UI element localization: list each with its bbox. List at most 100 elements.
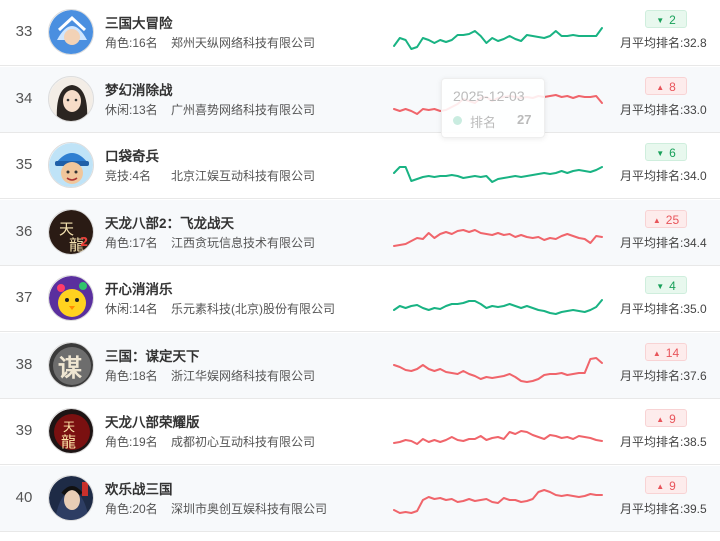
rank-number: 37	[15, 289, 33, 306]
rank-change-badge: ▲ 14	[645, 343, 687, 361]
game-meta: 休闲:13名 广州喜势网络科技有限公司	[105, 101, 315, 118]
game-category-rank: 角色:19名	[105, 435, 158, 449]
rank-change-value: 9	[669, 412, 676, 426]
game-category-rank: 角色:16名	[105, 36, 158, 50]
game-company: 深圳市奥创互娱科技有限公司	[171, 502, 328, 516]
rank-change-value: 6	[669, 146, 676, 160]
rank-change-value: 2	[669, 13, 676, 27]
rank-change-badge: ▲ 25	[645, 210, 687, 228]
rank-change-badge: ▲ 8	[645, 77, 687, 95]
rank-change-value: 4	[669, 279, 676, 293]
rank-change-value: 9	[669, 479, 676, 493]
game-company: 江西贪玩信息技术有限公司	[171, 236, 316, 250]
yellow-chick-icon[interactable]	[48, 275, 94, 321]
rank-trend-sparkline[interactable]	[392, 482, 604, 522]
game-ranking-list: 33 三国大冒险 角色:16名 郑州天纵网络科技有限公司 ▼ 2 月平均排名:32.8 34 梦…	[0, 0, 720, 541]
monthly-average-rank: 月平均排名:33.0	[620, 103, 707, 117]
chart-tooltip: 2025-12-03 排名 27	[441, 78, 545, 138]
dragon-emblem-icon[interactable]: 天龍	[48, 408, 94, 454]
monthly-average-rank: 月平均排名:34.4	[620, 236, 707, 250]
arrow-up-icon: ▲	[656, 415, 665, 424]
rank-change-badge: ▼ 2	[645, 10, 687, 28]
hero-helmet-icon[interactable]	[48, 9, 94, 55]
monthly-average-rank: 月平均排名:32.8	[620, 36, 707, 50]
game-category-rank: 休闲:13名	[105, 103, 158, 117]
game-name[interactable]: 梦幻消除战	[105, 79, 173, 99]
tooltip-series-dot	[453, 116, 462, 125]
table-row[interactable]: 36 天龍 2 天龙八部2：飞龙战天角色:17名 江西贪玩信息技术有限公司 ▲ 25 月平均排…	[0, 200, 720, 266]
table-row[interactable]: 33 三国大冒险 角色:16名 郑州天纵网络科技有限公司 ▼ 2 月平均排名:32.8	[0, 0, 720, 66]
game-company: 成都初心互动科技有限公司	[171, 435, 316, 449]
rank-trend-sparkline[interactable]	[392, 149, 604, 189]
rank-trend-sparkline[interactable]	[392, 415, 604, 455]
monthly-average-rank: 月平均排名:34.0	[620, 169, 707, 183]
svg-text:龍: 龍	[61, 433, 76, 451]
svg-text:天: 天	[63, 420, 75, 434]
rank-trend-sparkline[interactable]	[392, 282, 604, 322]
game-name[interactable]: 开心消消乐	[105, 278, 173, 298]
game-company: 乐元素科技(北京)股份有限公司	[171, 302, 335, 316]
rank-number: 36	[15, 223, 33, 240]
dragon-calligraphy-icon[interactable]: 天龍2	[48, 209, 94, 255]
rank-change-badge: ▼ 4	[645, 276, 687, 294]
tooltip-label: 排名	[470, 115, 497, 130]
rank-number: 38	[15, 356, 33, 373]
table-row[interactable]: 38 谋 三国：谋定天下角色:18名 浙江华娱网络科技有限公司 ▲ 14 月平均排名:37.…	[0, 333, 720, 399]
game-name[interactable]: 欢乐战三国	[105, 478, 173, 498]
game-name[interactable]: 三国：谋定天下	[105, 345, 200, 365]
rank-change-badge: ▼ 6	[645, 143, 687, 161]
table-row[interactable]: 40 欢乐战三国 角色:20名 深圳市奥创互娱科技有限公司 ▲ 9 月平均排名:39.5	[0, 466, 720, 532]
soldier-cap-icon[interactable]	[48, 142, 94, 188]
monthly-average-rank: 月平均排名:38.5	[620, 435, 707, 449]
game-name[interactable]: 天龙八部2：飞龙战天	[105, 212, 234, 232]
table-row[interactable]: 37 开心消消乐 休闲:14名 乐元素科技(北京)股份有限公司 ▼ 4 月平均排名:35.0	[0, 266, 720, 332]
svg-text:2: 2	[80, 235, 88, 249]
table-row[interactable]: 34 梦幻消除战休闲:13名 广州喜势网络科技有限公司 ▲ 8 月平均排名:33.0	[0, 67, 720, 133]
arrow-up-icon: ▲	[656, 482, 665, 491]
table-row[interactable]: 39 天龍天龙八部荣耀版 角色:19名 成都初心互动科技有限公司 ▲ 9 月平均排名:38.…	[0, 399, 720, 465]
arrow-up-icon: ▲	[652, 216, 661, 225]
game-category-rank: 角色:18名	[105, 369, 158, 383]
game-meta: 角色:18名 浙江华娱网络科技有限公司	[105, 367, 315, 384]
rank-change-badge: ▲ 9	[645, 476, 687, 494]
arrow-down-icon: ▼	[656, 149, 665, 158]
rank-number: 33	[15, 23, 33, 40]
rank-change-badge: ▲ 9	[645, 409, 687, 427]
game-category-rank: 角色:17名	[105, 236, 158, 250]
game-meta: 角色:17名 江西贪玩信息技术有限公司	[105, 234, 315, 251]
rank-trend-sparkline[interactable]	[392, 349, 604, 389]
warrior-portrait-icon[interactable]	[48, 475, 94, 521]
game-meta: 角色:20名 深圳市奥创互娱科技有限公司	[105, 500, 327, 517]
rank-trend-sparkline[interactable]	[392, 16, 604, 56]
rank-number: 34	[15, 90, 33, 107]
arrow-up-icon: ▲	[652, 349, 661, 358]
strategy-calligraphy-icon[interactable]: 谋	[48, 342, 94, 388]
game-meta: 竞技:4名 北京江娱互动科技有限公司	[105, 167, 315, 184]
game-category-rank: 角色:20名	[105, 502, 158, 516]
game-category-rank: 竞技:4名	[105, 169, 152, 183]
game-name[interactable]: 口袋奇兵	[105, 145, 159, 165]
rank-number: 35	[15, 156, 33, 173]
svg-text:谋: 谋	[58, 353, 83, 382]
rank-number: 39	[15, 422, 33, 439]
game-name[interactable]: 天龙八部荣耀版	[105, 411, 200, 431]
rank-trend-sparkline[interactable]	[392, 216, 604, 256]
monthly-average-rank: 月平均排名:35.0	[620, 302, 707, 316]
game-company: 浙江华娱网络科技有限公司	[171, 369, 316, 383]
game-company: 北京江娱互动科技有限公司	[171, 169, 316, 183]
rank-change-value: 14	[665, 346, 680, 360]
game-name[interactable]: 三国大冒险	[105, 12, 173, 32]
lady-portrait-icon[interactable]	[48, 76, 94, 122]
arrow-down-icon: ▼	[656, 16, 665, 25]
game-company: 郑州天纵网络科技有限公司	[171, 36, 316, 50]
rank-change-value: 25	[665, 213, 680, 227]
game-category-rank: 休闲:14名	[105, 302, 158, 316]
rank-number: 40	[15, 489, 33, 506]
game-meta: 休闲:14名 乐元素科技(北京)股份有限公司	[105, 300, 335, 317]
arrow-down-icon: ▼	[656, 282, 665, 291]
game-company: 广州喜势网络科技有限公司	[171, 103, 316, 117]
monthly-average-rank: 月平均排名:37.6	[620, 369, 707, 383]
rank-change-value: 8	[669, 80, 676, 94]
table-row[interactable]: 35 口袋奇兵 竞技:4名 北京江娱互动科技有限公司 ▼ 6 月平均排名:34.0	[0, 133, 720, 199]
game-meta: 角色:16名 郑州天纵网络科技有限公司	[105, 34, 315, 51]
